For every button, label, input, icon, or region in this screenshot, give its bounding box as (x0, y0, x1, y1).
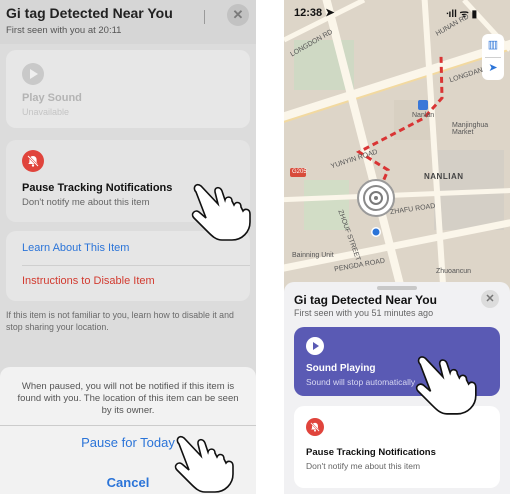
header-divider (204, 10, 205, 24)
map-view[interactable]: 12:38 ➤ ᐧıll ᯤ ▮ ▥ ➤ LONGDON RD HUNAN RD… (284, 0, 510, 292)
tap-hand-icon (415, 356, 477, 415)
close-button[interactable]: ✕ (481, 290, 499, 308)
close-button[interactable]: ✕ (227, 4, 249, 26)
tap-hand-icon (174, 435, 234, 493)
map-label-area: NANLIAN (424, 172, 464, 181)
play-sound-label: Play Sound (22, 92, 82, 104)
pause-tracking-subtitle: Don't notify me about this item (306, 461, 421, 471)
instructions-disable-link[interactable]: Instructions to Disable Item (22, 275, 155, 287)
tap-hand-icon (191, 183, 251, 241)
sheet-grabber[interactable] (377, 286, 417, 290)
map-label-poi: Bainning Unit (292, 252, 334, 259)
bell-slash-icon (306, 418, 324, 436)
pause-sheet-message: When paused, you will not be notified if… (17, 381, 239, 416)
pause-tracking-subtitle: Don't notify me about this item (22, 197, 150, 208)
map-controls: ▥ ➤ (482, 34, 504, 80)
right-phone-screen: 12:38 ➤ ᐧıll ᯤ ▮ ▥ ➤ LONGDON RD HUNAN RD… (284, 0, 510, 494)
play-sound-status: Unavailable (22, 107, 70, 117)
item-detected-title: Gi tag Detected Near You (6, 5, 173, 21)
pause-tracking-title: Pause Tracking Notifications (22, 182, 173, 194)
play-icon (22, 63, 44, 85)
map-label-metro: Nanlan (412, 112, 435, 119)
sheet-divider (0, 425, 256, 426)
first-seen-subtitle: First seen with you at 20:11 (6, 25, 122, 36)
close-icon: ✕ (485, 293, 495, 305)
pause-tracking-card[interactable]: Pause Tracking Notifications Don't notif… (294, 406, 500, 488)
item-detected-title: Gi tag Detected Near You (294, 293, 437, 307)
learn-about-item-link[interactable]: Learn About This Item (22, 242, 129, 254)
left-phone-screen: Gi tag Detected Near You First seen with… (0, 0, 256, 494)
play-sound-card[interactable]: Play Sound Unavailable (6, 50, 250, 128)
first-seen-subtitle: First seen with you 51 minutes ago (294, 308, 434, 318)
bell-slash-glyph (27, 155, 39, 167)
bell-slash-icon (22, 150, 44, 172)
location-arrow-icon[interactable]: ➤ (482, 57, 504, 80)
play-icon (306, 337, 324, 355)
links-divider (22, 265, 250, 266)
map-icon[interactable]: ▥ (482, 34, 504, 57)
bell-slash-glyph (310, 422, 320, 432)
close-icon: ✕ (232, 7, 244, 22)
status-time: 12:38 ➤ (294, 7, 335, 19)
map-label-poi: Zhuoancun (436, 268, 472, 275)
unfamiliar-item-info: If this item is not familiar to you, lea… (6, 310, 234, 332)
item-detected-header: Gi tag Detected Near You First seen with… (0, 0, 256, 44)
sound-playing-label: Sound Playing (306, 363, 376, 374)
pause-tracking-title: Pause Tracking Notifications (306, 447, 436, 458)
road-number-badge: G205 (292, 169, 307, 175)
map-label-district: Manjinghua Market (452, 122, 489, 136)
